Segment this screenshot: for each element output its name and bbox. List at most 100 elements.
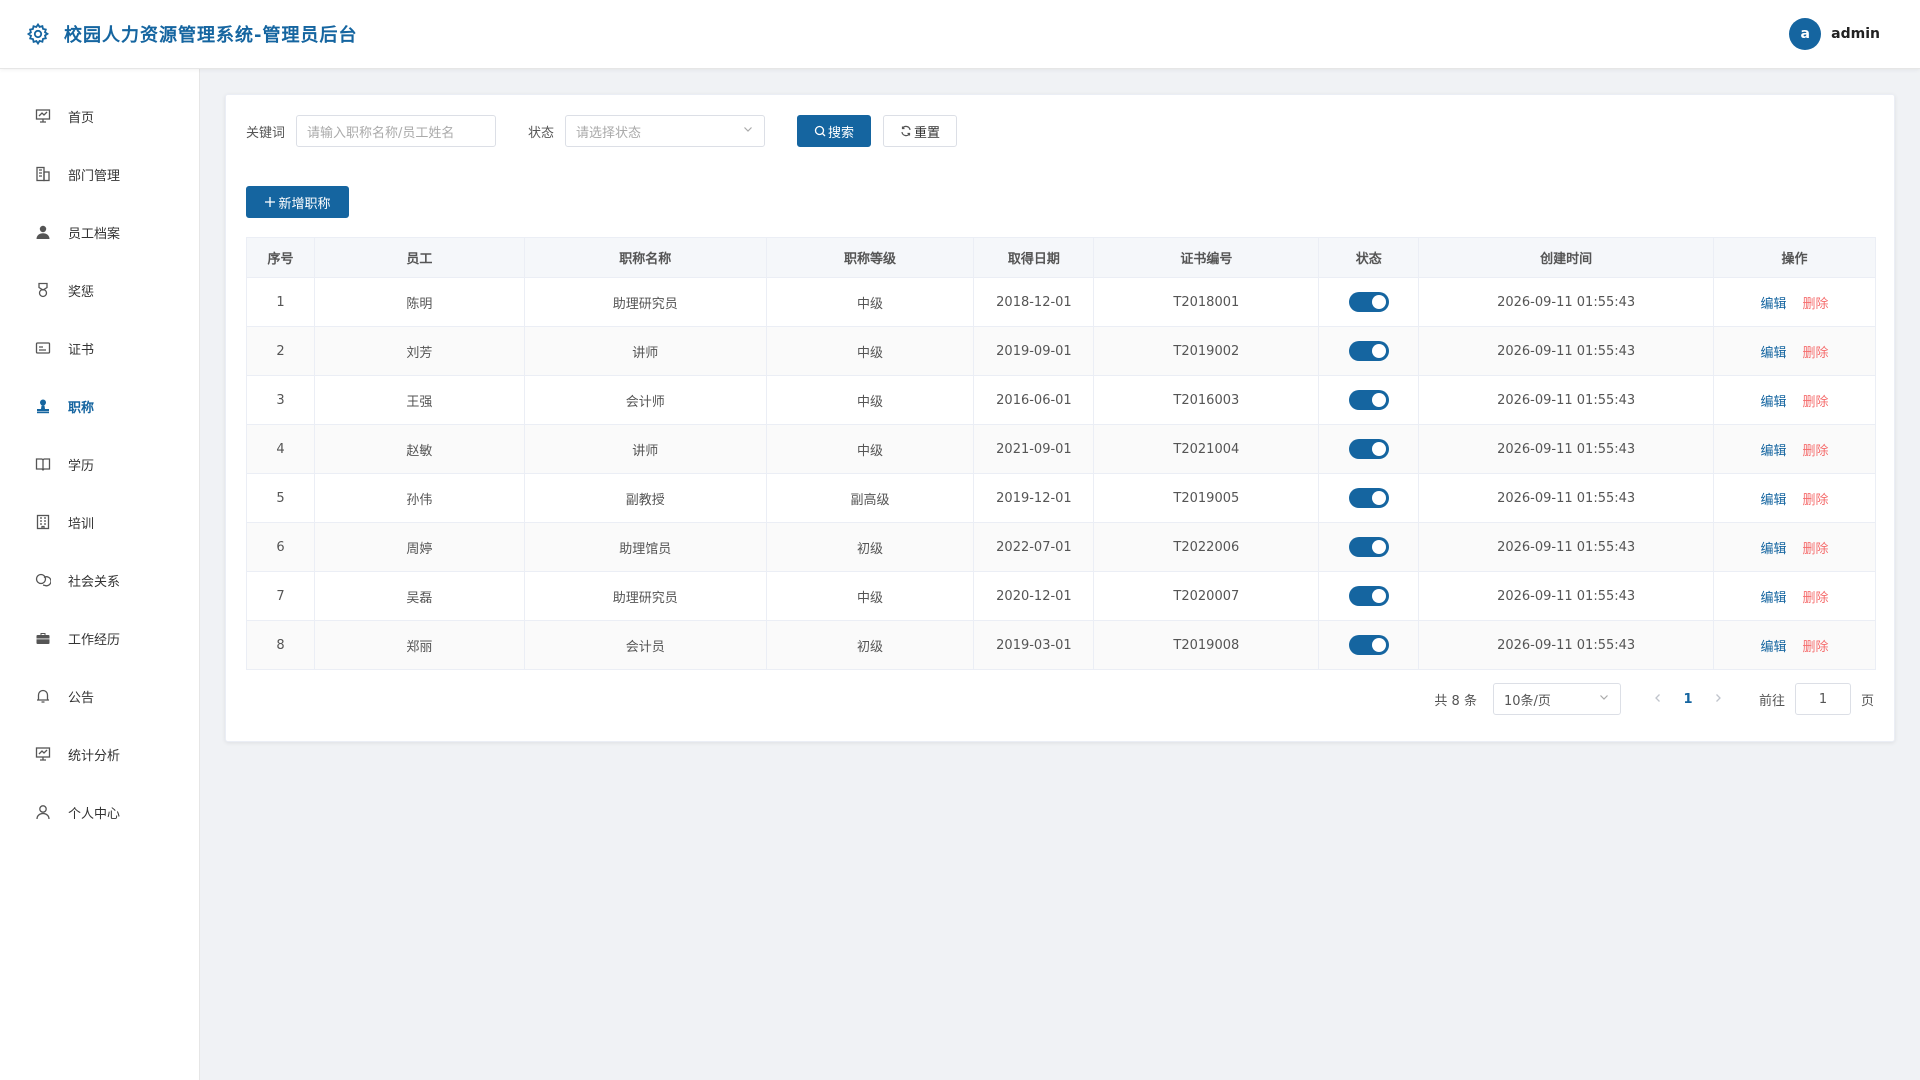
sidebar-item-label: 工作经历 [68, 632, 121, 648]
keyword-input[interactable]: 请输入职称名称/员工姓名 [296, 115, 497, 147]
user-menu[interactable]: a admin [1789, 18, 1880, 50]
keyword-placeholder: 请输入职称名称/员工姓名 [307, 125, 455, 141]
reset-button[interactable]: 重置 [883, 115, 958, 147]
status-toggle[interactable] [1348, 635, 1389, 655]
sidebar-item-statistics[interactable]: 统计分析 [0, 725, 199, 783]
user-icon [34, 223, 52, 241]
status-toggle[interactable] [1348, 439, 1389, 459]
cell-status [1318, 522, 1420, 572]
goto-page-value: 1 [1818, 691, 1828, 707]
sidebar-item-rewards[interactable]: 奖惩 [0, 261, 199, 319]
add-title-button[interactable]: 新增职称 [246, 186, 349, 218]
cell-employee: 周婷 [313, 522, 525, 572]
cell-created: 2026-09-11 01:55:43 [1418, 424, 1715, 474]
next-page-button[interactable] [1703, 692, 1733, 707]
sidebar-item-profile[interactable]: 个人中心 [0, 783, 199, 841]
delete-link[interactable]: 删除 [1803, 297, 1829, 312]
table-row: 4 赵敏 讲师 中级 2021-09-01 T2021004 2026-09-1… [246, 424, 1876, 474]
status-toggle[interactable] [1348, 390, 1389, 410]
status-select[interactable]: 请选择状态 [565, 115, 766, 147]
edit-link[interactable]: 编辑 [1761, 444, 1787, 459]
page-number-current[interactable]: 1 [1673, 692, 1703, 707]
refresh-icon [900, 125, 912, 137]
cell-employee: 吴磊 [313, 571, 525, 621]
edit-link[interactable]: 编辑 [1761, 640, 1787, 655]
status-toggle[interactable] [1348, 586, 1389, 606]
sidebar-item-label: 培训 [68, 516, 95, 532]
status-toggle[interactable] [1348, 292, 1389, 312]
sidebar-item-training[interactable]: 培训 [0, 493, 199, 551]
delete-link[interactable]: 删除 [1803, 444, 1829, 459]
cell-employee: 刘芳 [313, 326, 525, 376]
stamp-icon [34, 397, 52, 415]
sidebar-item-certificates[interactable]: 证书 [0, 319, 199, 377]
cell-cert: T2019008 [1093, 620, 1320, 670]
edit-link[interactable]: 编辑 [1761, 542, 1787, 557]
edit-link[interactable]: 编辑 [1761, 395, 1787, 410]
search-icon [814, 125, 826, 137]
table-row: 3 王强 会计师 中级 2016-06-01 T2016003 2026-09-… [246, 375, 1876, 425]
gear-icon [25, 21, 51, 47]
edit-link[interactable]: 编辑 [1761, 346, 1787, 361]
cell-status [1318, 571, 1420, 621]
sidebar-item-home[interactable]: 首页 [0, 87, 199, 145]
medal-icon [34, 281, 52, 299]
cell-status [1318, 277, 1420, 327]
cell-date: 2019-12-01 [973, 473, 1095, 523]
edit-link[interactable]: 编辑 [1761, 493, 1787, 508]
search-button[interactable]: 搜索 [797, 115, 872, 147]
cell-created: 2026-09-11 01:55:43 [1418, 326, 1715, 376]
sidebar-item-label: 证书 [68, 342, 95, 358]
cell-level: 初级 [765, 522, 975, 572]
username[interactable]: admin [1831, 26, 1880, 42]
column-header: 状态 [1318, 237, 1420, 278]
delete-link[interactable]: 删除 [1803, 346, 1829, 361]
chevron-down-icon [1598, 691, 1610, 707]
sidebar-item-titles[interactable]: 职称 [0, 377, 199, 435]
cell-level: 中级 [765, 277, 975, 327]
sidebar-item-social-relations[interactable]: 社会关系 [0, 551, 199, 609]
cell-date: 2021-09-01 [973, 424, 1095, 474]
goto-page-input[interactable]: 1 [1794, 683, 1851, 715]
chat-icon [34, 571, 52, 589]
briefcase-icon [34, 629, 52, 647]
cell-status [1318, 473, 1420, 523]
cell-date: 2020-12-01 [973, 571, 1095, 621]
prev-page-button[interactable] [1643, 692, 1673, 707]
cell-actions: 编辑 删除 [1713, 424, 1876, 474]
cell-created: 2026-09-11 01:55:43 [1418, 522, 1715, 572]
avatar[interactable]: a [1789, 18, 1822, 50]
sidebar-item-employees[interactable]: 员工档案 [0, 203, 199, 261]
cell-actions: 编辑 删除 [1713, 620, 1876, 670]
cell-level: 中级 [765, 326, 975, 376]
sidebar-item-label: 学历 [68, 458, 95, 474]
delete-link[interactable]: 删除 [1803, 640, 1829, 655]
sidebar-item-label: 首页 [68, 110, 95, 126]
cell-status [1318, 375, 1420, 425]
delete-link[interactable]: 删除 [1803, 542, 1829, 557]
edit-link[interactable]: 编辑 [1761, 297, 1787, 312]
delete-link[interactable]: 删除 [1803, 493, 1829, 508]
building-icon [34, 165, 52, 183]
pagination: 共 8 条 10条/页 1 前往 1 页 [1434, 683, 1874, 715]
sidebar-item-departments[interactable]: 部门管理 [0, 145, 199, 203]
status-toggle[interactable] [1348, 537, 1389, 557]
cell-level: 副高级 [765, 473, 975, 523]
page-size-select[interactable]: 10条/页 [1492, 683, 1621, 715]
id-card-icon [34, 339, 52, 357]
table-row: 5 孙伟 副教授 副高级 2019-12-01 T2019005 2026-09… [246, 473, 1876, 523]
cell-title: 助理研究员 [523, 277, 767, 327]
status-toggle[interactable] [1348, 341, 1389, 361]
cell-actions: 编辑 删除 [1713, 473, 1876, 523]
top-header: 校园人力资源管理系统-管理员后台 a admin [0, 0, 1920, 69]
cell-date: 2019-03-01 [973, 620, 1095, 670]
sidebar-item-announcements[interactable]: 公告 [0, 667, 199, 725]
edit-link[interactable]: 编辑 [1761, 591, 1787, 606]
book-icon [34, 455, 52, 473]
delete-link[interactable]: 删除 [1803, 591, 1829, 606]
delete-link[interactable]: 删除 [1803, 395, 1829, 410]
cell-created: 2026-09-11 01:55:43 [1418, 571, 1715, 621]
sidebar-item-work-history[interactable]: 工作经历 [0, 609, 199, 667]
sidebar-item-education[interactable]: 学历 [0, 435, 199, 493]
status-toggle[interactable] [1348, 488, 1389, 508]
